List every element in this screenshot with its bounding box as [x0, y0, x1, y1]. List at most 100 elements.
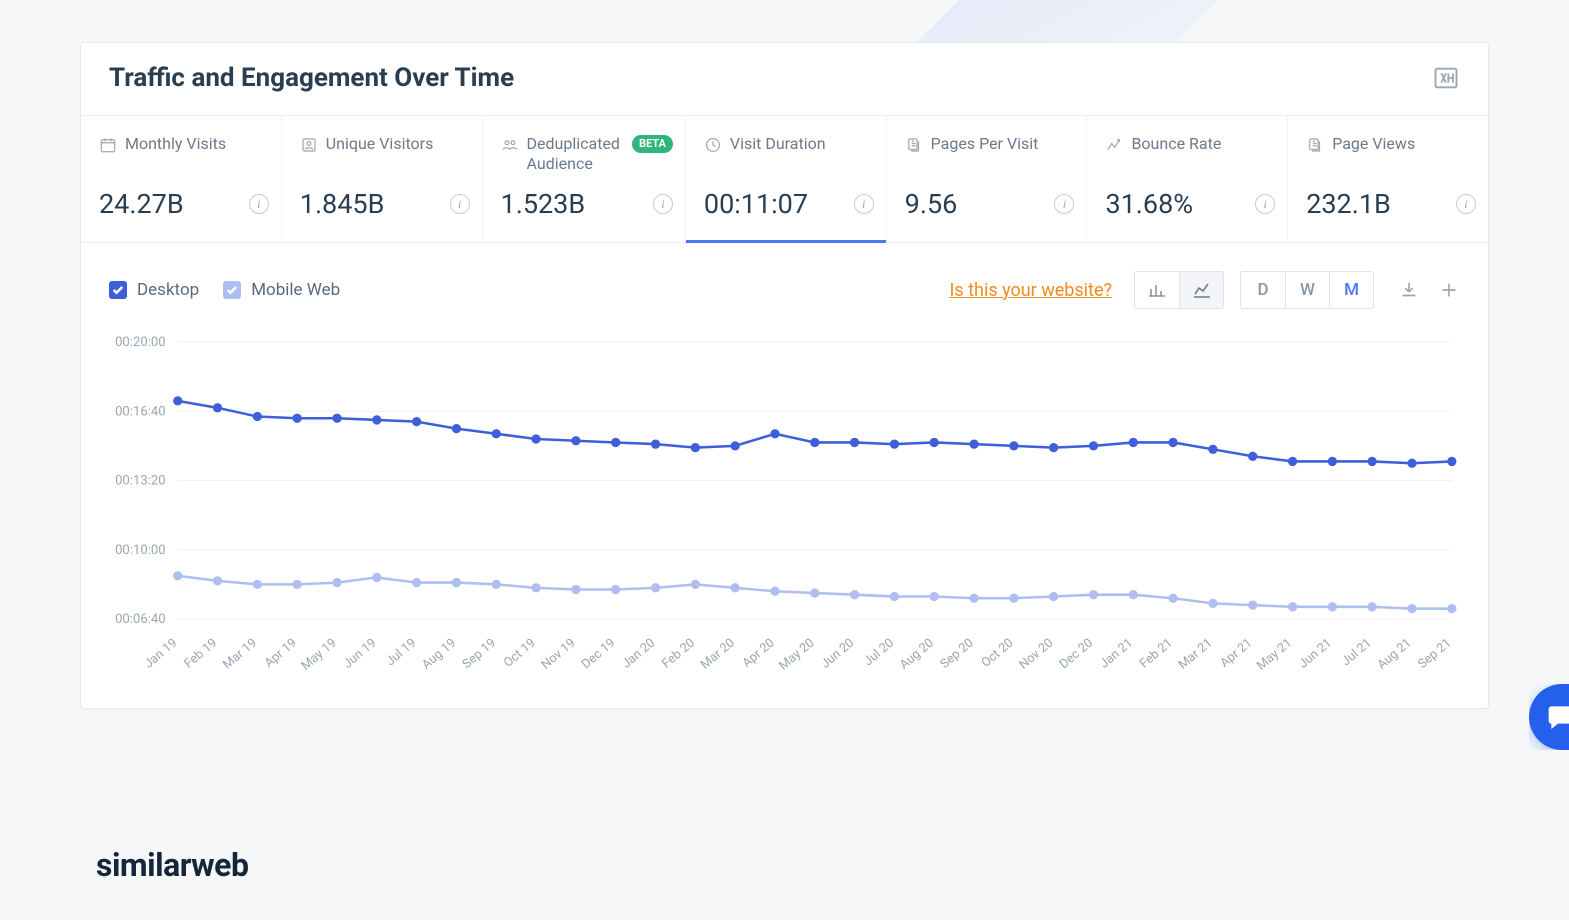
data-point[interactable] [850, 438, 859, 447]
metric-pages-per-visit[interactable]: Pages Per Visit9.56i [887, 116, 1088, 242]
data-point[interactable] [412, 578, 421, 587]
info-icon[interactable]: i [1054, 194, 1074, 214]
data-point[interactable] [730, 441, 739, 450]
chart-type-line[interactable] [1179, 272, 1223, 308]
metric-unique-visitors[interactable]: Unique Visitors1.845Bi [282, 116, 483, 242]
info-icon[interactable]: i [854, 194, 874, 214]
granularity-day[interactable]: D [1241, 272, 1285, 308]
data-point[interactable] [651, 583, 660, 592]
data-point[interactable] [1129, 590, 1138, 599]
data-point[interactable] [531, 434, 540, 443]
data-point[interactable] [1248, 600, 1257, 609]
info-icon[interactable]: i [249, 194, 269, 214]
data-point[interactable] [492, 429, 501, 438]
data-point[interactable] [293, 414, 302, 423]
data-point[interactable] [1009, 441, 1018, 450]
data-point[interactable] [213, 403, 222, 412]
info-icon[interactable]: i [1456, 194, 1476, 214]
data-point[interactable] [1129, 438, 1138, 447]
is-this-your-website-link[interactable]: Is this your website? [949, 280, 1112, 301]
data-point[interactable] [770, 429, 779, 438]
data-point[interactable] [969, 440, 978, 449]
data-point[interactable] [1208, 445, 1217, 454]
data-point[interactable] [1049, 443, 1058, 452]
data-point[interactable] [730, 583, 739, 592]
data-point[interactable] [293, 580, 302, 589]
svg-text:Sep 20: Sep 20 [937, 636, 976, 672]
data-point[interactable] [930, 438, 939, 447]
data-point[interactable] [810, 588, 819, 597]
export-excel-icon[interactable] [1432, 64, 1460, 92]
data-point[interactable] [1407, 604, 1416, 613]
svg-text:Jan 20: Jan 20 [619, 636, 658, 672]
data-point[interactable] [1407, 459, 1416, 468]
data-point[interactable] [492, 580, 501, 589]
data-point[interactable] [611, 585, 620, 594]
download-icon[interactable] [1398, 279, 1420, 301]
data-point[interactable] [332, 414, 341, 423]
data-point[interactable] [1328, 457, 1337, 466]
data-point[interactable] [1447, 457, 1456, 466]
data-point[interactable] [253, 412, 262, 421]
data-point[interactable] [372, 573, 381, 582]
beta-badge: BETA [632, 135, 673, 153]
data-point[interactable] [1288, 602, 1297, 611]
granularity-week[interactable]: W [1285, 272, 1329, 308]
data-point[interactable] [850, 590, 859, 599]
chart-legend: Desktop Mobile Web [109, 280, 340, 300]
data-point[interactable] [1368, 457, 1377, 466]
data-point[interactable] [571, 585, 580, 594]
legend-desktop[interactable]: Desktop [109, 280, 199, 300]
svg-text:00:13:20: 00:13:20 [115, 474, 166, 489]
add-icon[interactable] [1438, 279, 1460, 301]
data-point[interactable] [213, 576, 222, 585]
data-point[interactable] [332, 578, 341, 587]
granularity-month[interactable]: M [1329, 272, 1373, 308]
data-point[interactable] [890, 440, 899, 449]
data-point[interactable] [1328, 602, 1337, 611]
data-point[interactable] [173, 571, 182, 580]
info-icon[interactable]: i [450, 194, 470, 214]
data-point[interactable] [1288, 457, 1297, 466]
data-point[interactable] [1009, 594, 1018, 603]
data-point[interactable] [930, 592, 939, 601]
data-point[interactable] [452, 424, 461, 433]
data-point[interactable] [1208, 599, 1217, 608]
data-point[interactable] [1248, 452, 1257, 461]
data-point[interactable] [452, 578, 461, 587]
data-point[interactable] [1168, 438, 1177, 447]
metric-dedup-audience[interactable]: Deduplicated AudienceBETA1.523Bi [483, 116, 686, 242]
svg-text:Sep 21: Sep 21 [1415, 636, 1454, 672]
data-point[interactable] [1447, 604, 1456, 613]
data-point[interactable] [770, 587, 779, 596]
metric-bounce-rate[interactable]: Bounce Rate31.68%i [1087, 116, 1288, 242]
data-point[interactable] [412, 417, 421, 426]
data-point[interactable] [253, 580, 262, 589]
data-point[interactable] [1168, 594, 1177, 603]
metric-page-views[interactable]: Page Views232.1Bi [1288, 116, 1488, 242]
audience-icon [501, 136, 519, 154]
data-point[interactable] [1089, 590, 1098, 599]
metric-monthly-visits[interactable]: Monthly Visits24.27Bi [81, 116, 282, 242]
chat-widget-button[interactable] [1529, 684, 1569, 750]
legend-mobileweb[interactable]: Mobile Web [223, 280, 340, 300]
data-point[interactable] [571, 436, 580, 445]
data-point[interactable] [173, 396, 182, 405]
data-point[interactable] [890, 592, 899, 601]
data-point[interactable] [810, 438, 819, 447]
metric-visit-duration[interactable]: Visit Duration00:11:07i [686, 116, 887, 242]
data-point[interactable] [651, 440, 660, 449]
data-point[interactable] [1089, 441, 1098, 450]
data-point[interactable] [969, 594, 978, 603]
data-point[interactable] [1368, 602, 1377, 611]
metric-label-text: Page Views [1332, 134, 1415, 154]
data-point[interactable] [691, 443, 700, 452]
data-point[interactable] [372, 415, 381, 424]
data-point[interactable] [611, 438, 620, 447]
info-icon[interactable]: i [1255, 194, 1275, 214]
data-point[interactable] [531, 583, 540, 592]
data-point[interactable] [1049, 592, 1058, 601]
info-icon[interactable]: i [653, 194, 673, 214]
data-point[interactable] [691, 580, 700, 589]
chart-type-bar[interactable] [1135, 272, 1179, 308]
